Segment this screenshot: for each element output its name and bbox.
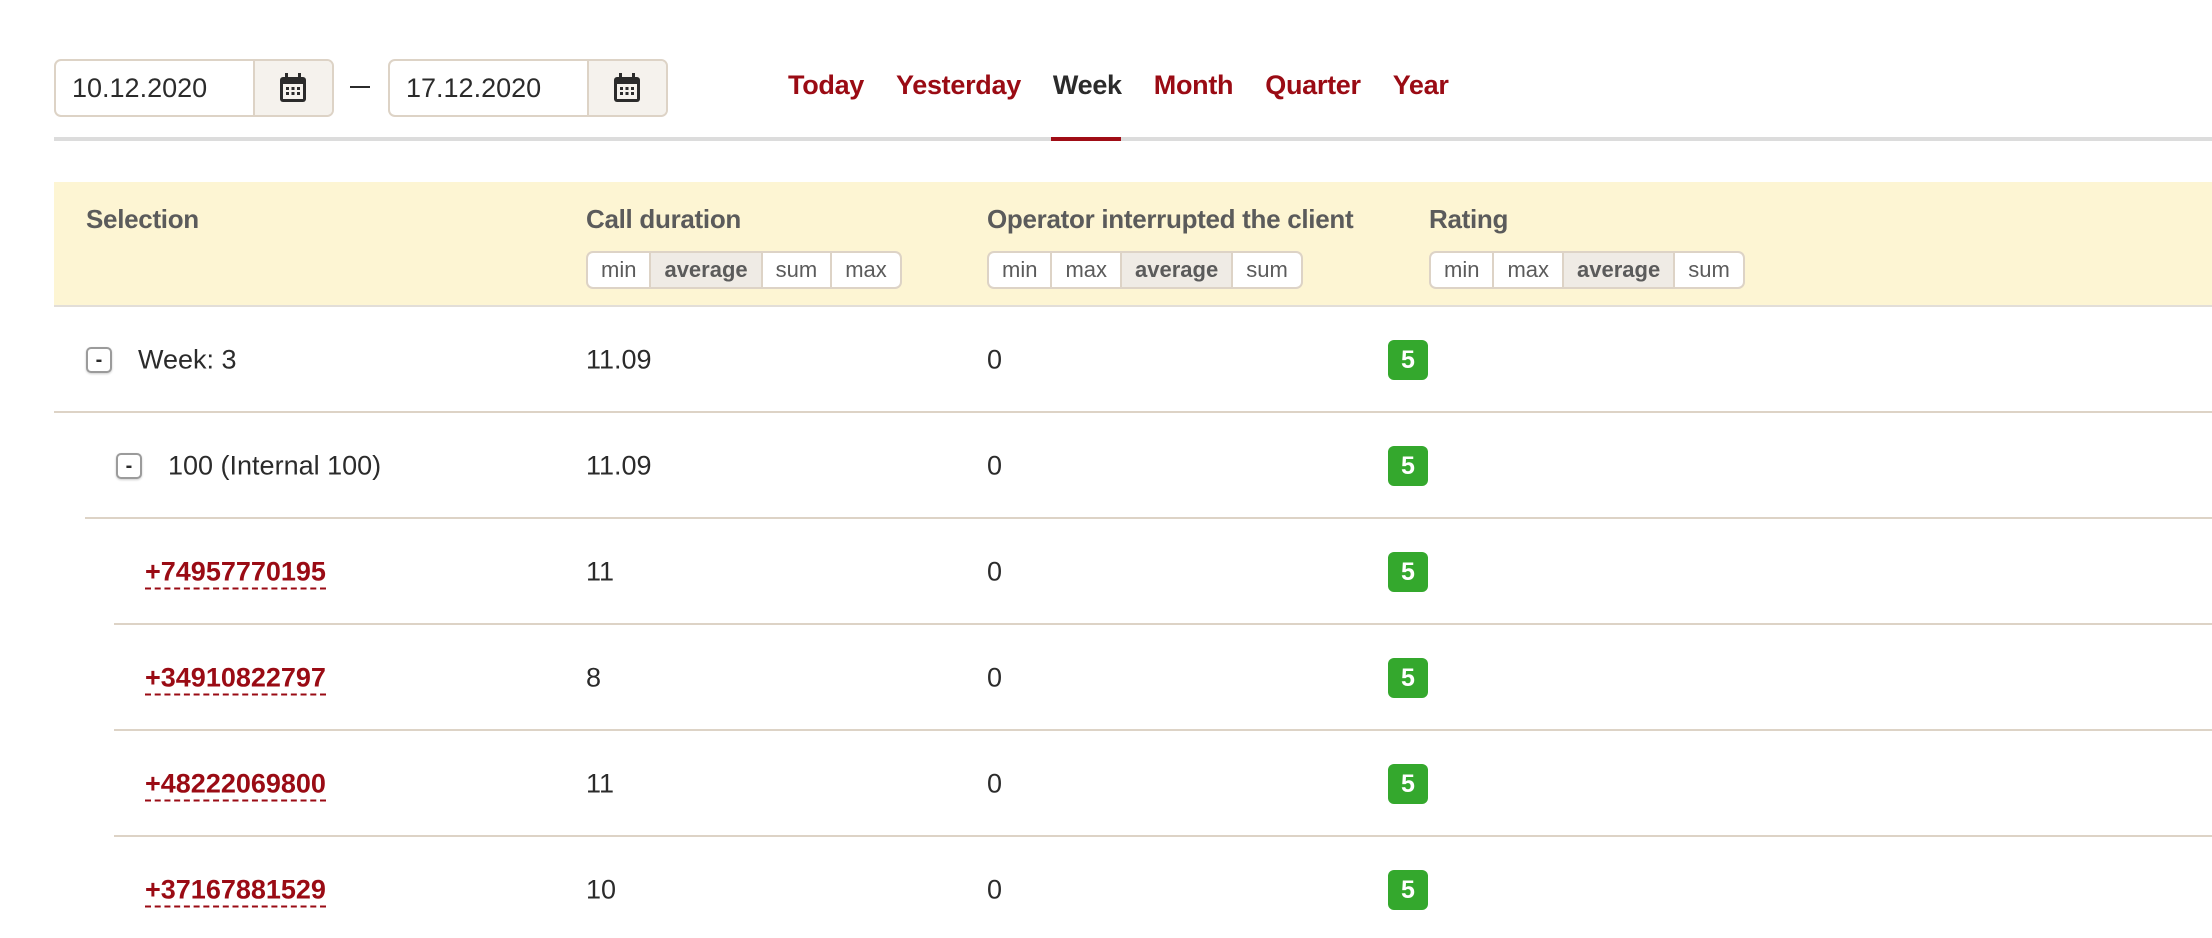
date-range-separator (350, 86, 370, 88)
agg-average-button[interactable]: average (651, 253, 763, 287)
column-title: Call duration (586, 204, 741, 234)
table-row-phone: +37167881529 10 0 5 (114, 837, 2212, 938)
agg-min-button[interactable]: min (588, 253, 652, 287)
collapse-toggle[interactable]: - (116, 453, 142, 479)
table-row-phone: +34910822797 8 0 5 (114, 625, 2212, 731)
rating-badge: 5 (1388, 658, 1428, 698)
rating-badge: 5 (1388, 446, 1428, 486)
aggregation-switch: min max average sum (987, 251, 1303, 289)
agg-average-button[interactable]: average (1564, 253, 1676, 287)
column-title: Operator interrupted the client (987, 204, 1354, 234)
interrupted-value: 0 (987, 768, 1003, 799)
call-duration-value: 11 (586, 768, 615, 799)
calendar-icon (280, 73, 307, 102)
date-from-calendar-button[interactable] (254, 61, 332, 115)
table-row-group-week: - Week: 3 11.09 0 5 (54, 307, 2212, 413)
aggregation-switch: min average sum max (586, 251, 902, 289)
agg-max-button[interactable]: max (1494, 253, 1565, 287)
tab-week[interactable]: Week (1053, 70, 1122, 101)
call-duration-value: 10 (586, 874, 617, 905)
table-row-phone: +74957770195 11 0 5 (114, 519, 2212, 625)
row-label: 100 (Internal 100) (168, 450, 382, 481)
tab-month[interactable]: Month (1154, 70, 1234, 101)
phone-link[interactable]: +37167881529 (145, 874, 326, 908)
period-tabs: Today Yesterday Week Month Quarter Year (788, 70, 1449, 101)
rating-badge: 5 (1388, 552, 1428, 592)
column-header-call-duration: Call duration min average sum max (586, 204, 902, 289)
interrupted-value: 0 (987, 874, 1003, 905)
column-header-selection: Selection (86, 204, 199, 235)
calendar-icon (614, 73, 641, 102)
column-title: Rating (1429, 204, 1509, 234)
agg-max-button[interactable]: max (832, 253, 900, 287)
agg-average-button[interactable]: average (1122, 253, 1234, 287)
call-duration-value: 11 (586, 556, 615, 587)
interrupted-value: 0 (987, 662, 1003, 693)
phone-link[interactable]: +74957770195 (145, 556, 326, 590)
interrupted-value: 0 (987, 450, 1003, 481)
agg-max-button[interactable]: max (1052, 253, 1123, 287)
phone-link[interactable]: +48222069800 (145, 768, 326, 802)
agg-min-button[interactable]: min (1431, 253, 1495, 287)
rating-badge: 5 (1388, 764, 1428, 804)
phone-link[interactable]: +34910822797 (145, 662, 326, 696)
agg-sum-button[interactable]: sum (1233, 253, 1301, 287)
table-row-phone: +48222069800 11 0 5 (114, 731, 2212, 837)
date-from-input[interactable]: 10.12.2020 (56, 61, 255, 115)
interrupted-value: 0 (987, 344, 1003, 375)
agg-min-button[interactable]: min (989, 253, 1053, 287)
tab-today[interactable]: Today (788, 70, 864, 101)
active-tab-indicator (1051, 137, 1121, 141)
tab-yesterday[interactable]: Yesterday (896, 70, 1021, 101)
date-to-input[interactable]: 17.12.2020 (390, 61, 589, 115)
column-header-operator-interrupted: Operator interrupted the client min max … (987, 204, 1354, 289)
call-duration-value: 8 (586, 662, 602, 693)
call-duration-value: 11.09 (586, 344, 652, 375)
rating-badge: 5 (1388, 340, 1428, 380)
rating-badge: 5 (1388, 870, 1428, 910)
tab-quarter[interactable]: Quarter (1265, 70, 1361, 101)
column-title: Selection (86, 204, 199, 234)
row-label: Week: 3 (138, 344, 237, 375)
date-to-field[interactable]: 17.12.2020 (388, 59, 668, 117)
tabs-baseline (54, 137, 2212, 141)
agg-sum-button[interactable]: sum (763, 253, 833, 287)
column-header-rating: Rating min max average sum (1429, 204, 1745, 289)
table-header: Selection Call duration min average sum … (54, 182, 2212, 307)
table-row-group-operator: - 100 (Internal 100) 11.09 0 5 (85, 413, 2212, 519)
date-to-calendar-button[interactable] (588, 61, 666, 115)
call-duration-value: 11.09 (586, 450, 652, 481)
collapse-toggle[interactable]: - (86, 347, 112, 373)
interrupted-value: 0 (987, 556, 1003, 587)
tab-year[interactable]: Year (1393, 70, 1449, 101)
date-from-field[interactable]: 10.12.2020 (54, 59, 334, 117)
agg-sum-button[interactable]: sum (1675, 253, 1743, 287)
aggregation-switch: min max average sum (1429, 251, 1745, 289)
